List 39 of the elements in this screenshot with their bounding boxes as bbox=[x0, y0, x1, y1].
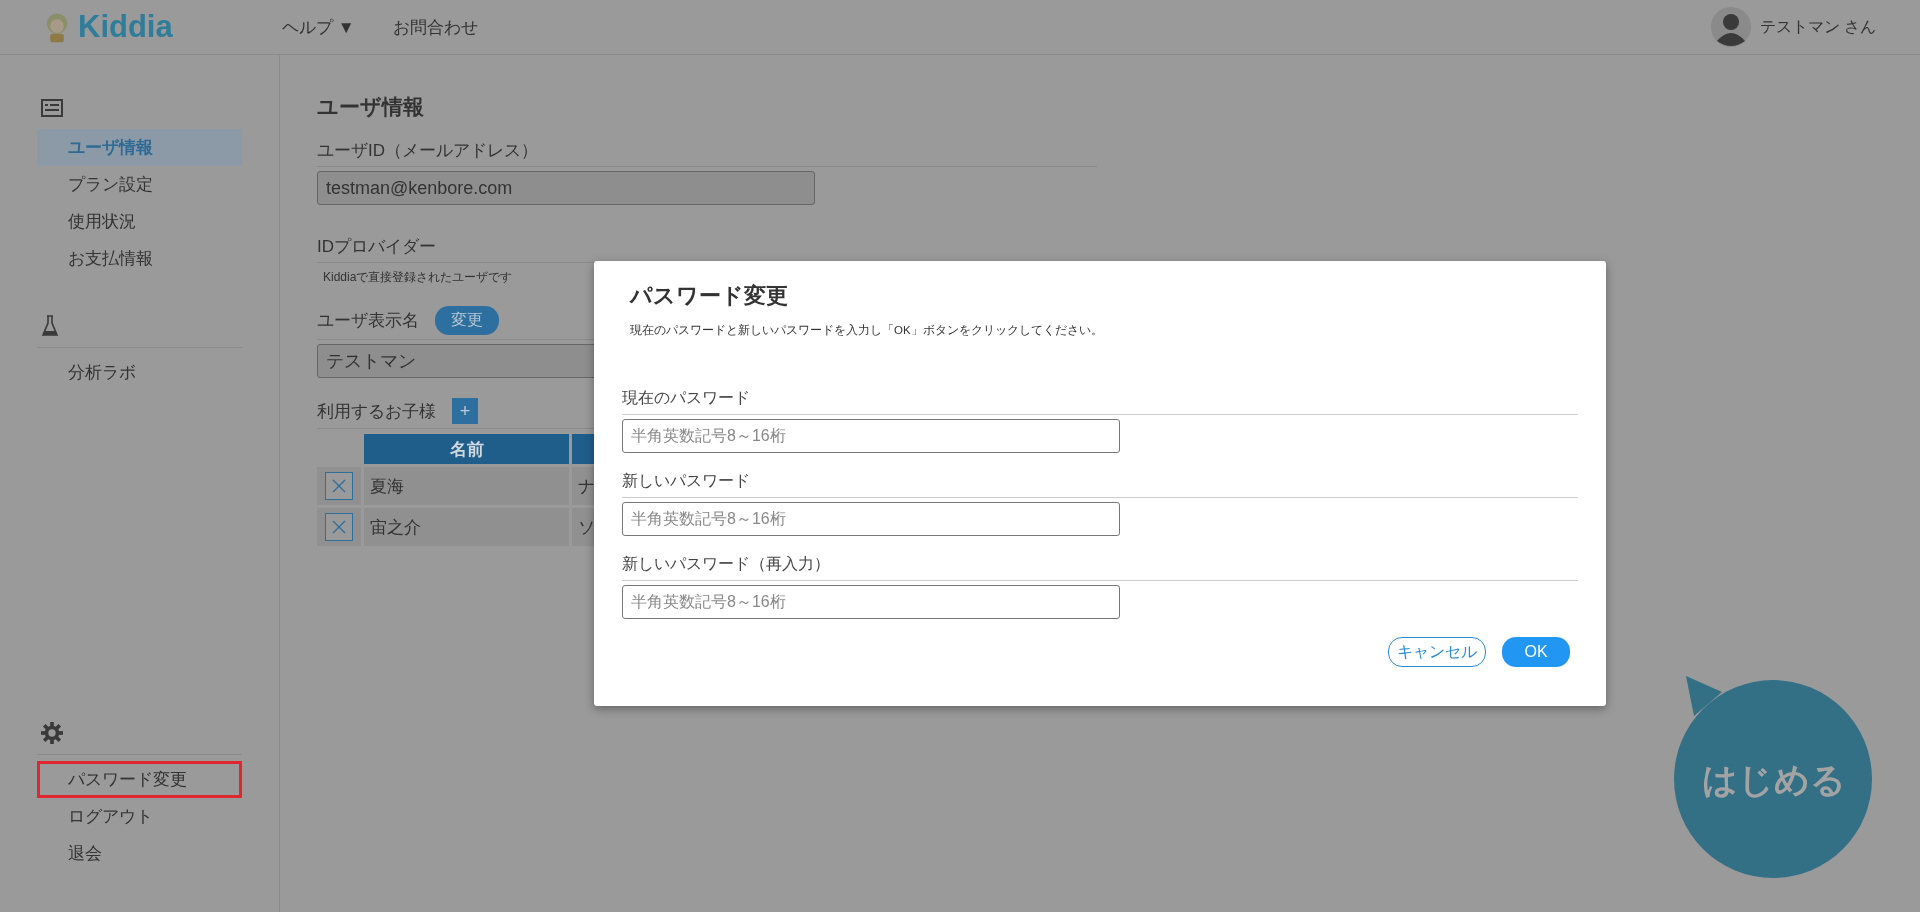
column-header: 名前 bbox=[364, 434, 569, 464]
password-field[interactable]: 半角英数記号8～16桁 bbox=[622, 585, 1120, 619]
delete-button[interactable] bbox=[325, 513, 353, 541]
avatar-icon[interactable] bbox=[1710, 7, 1751, 47]
sidebar-item[interactable]: 使用状況 bbox=[37, 203, 242, 240]
password-field[interactable]: 半角英数記号8～16桁 bbox=[622, 502, 1120, 536]
password-field[interactable]: 半角英数記号8～16桁 bbox=[622, 419, 1120, 453]
ok-button[interactable]: OK bbox=[1502, 637, 1570, 667]
email-field[interactable]: testman@kenbore.com bbox=[317, 171, 815, 205]
dialog-description: 現在のパスワードと新しいパスワードを入力し「OK」ボタンをクリックしてください。 bbox=[630, 323, 1104, 338]
sidebar-item[interactable]: ログアウト bbox=[37, 798, 242, 835]
sidebar-item[interactable]: 分析ラボ bbox=[37, 354, 242, 391]
sidebar-item[interactable]: プラン設定 bbox=[37, 166, 242, 203]
field-label: ユーザ表示名 bbox=[317, 310, 419, 332]
dialog-title: パスワード変更 bbox=[630, 282, 789, 310]
field-label: 現在のパスワード bbox=[622, 388, 1578, 415]
user-name[interactable]: テストマン さん bbox=[1759, 16, 1876, 38]
sidebar-item[interactable]: 退会 bbox=[37, 835, 242, 872]
flask-icon bbox=[41, 315, 59, 337]
field-label: ユーザID（メールアドレス） bbox=[317, 139, 1097, 167]
settings-icon bbox=[41, 722, 63, 744]
close-icon bbox=[332, 520, 346, 534]
list-icon bbox=[41, 99, 63, 117]
provider-note: Kiddiaで直接登録されたユーザです bbox=[322, 269, 514, 286]
sidebar-item[interactable]: お支払情報 bbox=[37, 240, 242, 277]
change-button[interactable]: 変更 bbox=[435, 306, 499, 335]
delete-button[interactable] bbox=[325, 472, 353, 500]
table-cell: 宙之介 bbox=[364, 508, 569, 546]
nav-link[interactable]: お問合わせ bbox=[392, 15, 478, 39]
field-label: 新しいパスワード bbox=[622, 471, 1578, 498]
field-label: 利用するお子様 bbox=[317, 400, 436, 423]
close-icon bbox=[332, 479, 346, 493]
add-button[interactable]: + bbox=[452, 398, 478, 424]
field-label: 新しいパスワード（再入力） bbox=[622, 554, 1578, 581]
table-cell: 夏海 bbox=[364, 467, 569, 505]
page-title: ユーザ情報 bbox=[317, 94, 425, 120]
nav-link[interactable]: ヘルプ ▼ bbox=[282, 15, 355, 39]
cancel-button[interactable]: キャンセル bbox=[1388, 637, 1486, 667]
sidebar-item[interactable]: パスワード変更 bbox=[37, 761, 242, 798]
